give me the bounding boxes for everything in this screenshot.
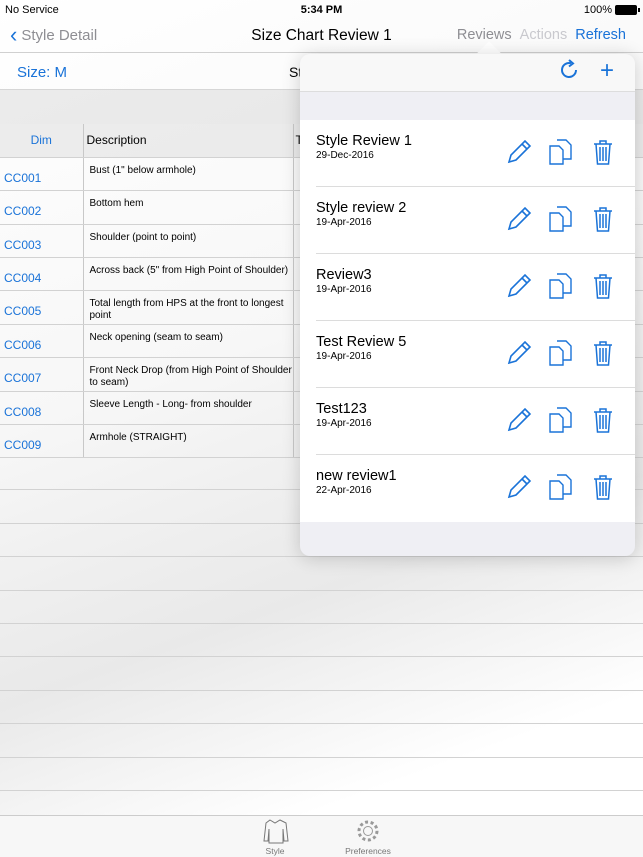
- copy-icon[interactable]: [547, 205, 575, 233]
- copy-icon[interactable]: [547, 406, 575, 434]
- header-dim: Dim: [0, 124, 84, 158]
- copy-icon[interactable]: [547, 272, 575, 300]
- review-item[interactable]: Test Review 5 19-Apr-2016: [316, 321, 635, 388]
- trash-icon[interactable]: [589, 406, 617, 434]
- edit-icon[interactable]: [505, 272, 533, 300]
- review-date: 19-Apr-2016: [316, 418, 372, 429]
- copy-icon[interactable]: [547, 138, 575, 166]
- popover-header: +: [300, 54, 635, 92]
- status-bar: No Service 5:34 PM 100%: [0, 0, 643, 20]
- dim-code[interactable]: CC001: [0, 157, 84, 192]
- empty-row: [0, 657, 643, 691]
- dim-code[interactable]: CC005: [0, 290, 84, 325]
- empty-row: [0, 624, 643, 658]
- copy-icon[interactable]: [547, 339, 575, 367]
- refresh-button[interactable]: Refresh: [575, 27, 626, 43]
- empty-row: [0, 724, 643, 758]
- dim-description: Armhole (STRAIGHT): [83, 424, 294, 459]
- empty-row: [0, 557, 643, 591]
- review-item[interactable]: new review1 22-Apr-2016: [316, 455, 635, 522]
- size-selector[interactable]: Size: M: [17, 64, 67, 81]
- tab-preferences[interactable]: Preferences: [340, 818, 396, 856]
- tab-bar: Style Preferences: [0, 815, 643, 857]
- review-date: 19-Apr-2016: [316, 351, 372, 362]
- tab-style-label: Style: [265, 846, 285, 856]
- gear-icon: [357, 820, 379, 842]
- trash-icon[interactable]: [589, 138, 617, 166]
- copy-icon[interactable]: [547, 473, 575, 501]
- empty-row: [0, 691, 643, 725]
- review-name: Test Review 5: [316, 334, 407, 350]
- dim-description: Neck opening (seam to seam): [83, 324, 294, 359]
- dim-description: Bust (1" below armhole): [83, 157, 294, 192]
- dim-code[interactable]: CC003: [0, 224, 84, 259]
- review-name: new review1: [316, 468, 397, 484]
- actions-button[interactable]: Actions: [520, 27, 568, 43]
- battery-percent: 100%: [583, 4, 612, 16]
- tab-style[interactable]: Style: [258, 818, 292, 856]
- battery-icon: [615, 5, 640, 15]
- reviews-button[interactable]: Reviews: [457, 27, 512, 43]
- trash-icon[interactable]: [589, 272, 617, 300]
- empty-row: [0, 758, 643, 791]
- nav-bar: ‹ Style Detail Size Chart Review 1 Review…: [0, 20, 643, 53]
- dim-code[interactable]: CC009: [0, 424, 84, 459]
- review-date: 29-Dec-2016: [316, 150, 374, 161]
- review-name: Review3: [316, 267, 372, 283]
- dim-description: Total length from HPS at the front to lo…: [83, 290, 294, 325]
- review-date: 19-Apr-2016: [316, 217, 372, 228]
- add-icon[interactable]: +: [600, 57, 614, 85]
- trash-icon[interactable]: [589, 339, 617, 367]
- dim-description: Across back (5" from High Point of Shoul…: [83, 257, 294, 292]
- dim-code[interactable]: CC007: [0, 357, 84, 392]
- review-item[interactable]: Review3 19-Apr-2016: [316, 254, 635, 321]
- dim-code[interactable]: CC004: [0, 257, 84, 292]
- dim-description: Bottom hem: [83, 190, 294, 225]
- review-date: 19-Apr-2016: [316, 284, 372, 295]
- dim-code[interactable]: CC008: [0, 391, 84, 426]
- edit-icon[interactable]: [505, 138, 533, 166]
- edit-icon[interactable]: [505, 406, 533, 434]
- refresh-icon[interactable]: [559, 59, 581, 90]
- review-item[interactable]: Style review 2 19-Apr-2016: [316, 187, 635, 254]
- reviews-popover: + Style Review 1 29-Dec-2016 Style review …: [300, 54, 635, 556]
- dim-description: Sleeve Length - Long- from shoulder: [83, 391, 294, 426]
- trash-icon[interactable]: [589, 473, 617, 501]
- edit-icon[interactable]: [505, 205, 533, 233]
- review-date: 22-Apr-2016: [316, 485, 372, 496]
- shirt-icon: [263, 819, 289, 844]
- dim-description: Shoulder (point to point): [83, 224, 294, 259]
- dim-code[interactable]: CC002: [0, 190, 84, 225]
- review-name: Style Review 1: [316, 133, 412, 149]
- clock: 5:34 PM: [300, 4, 343, 16]
- trash-icon[interactable]: [589, 205, 617, 233]
- empty-row: [0, 591, 643, 624]
- edit-icon[interactable]: [505, 473, 533, 501]
- review-name: Test123: [316, 401, 367, 417]
- review-item[interactable]: Test123 19-Apr-2016: [316, 388, 635, 455]
- review-item[interactable]: Style Review 1 29-Dec-2016: [316, 120, 635, 187]
- header-description: Description: [83, 124, 294, 158]
- dim-code[interactable]: CC006: [0, 324, 84, 359]
- dim-description: Front Neck Drop (from High Point of Shou…: [83, 357, 294, 392]
- review-name: Style review 2: [316, 200, 407, 216]
- tab-preferences-label: Preferences: [345, 846, 391, 856]
- reviews-list: Style Review 1 29-Dec-2016 Style review 21…: [300, 120, 635, 522]
- edit-icon[interactable]: [505, 339, 533, 367]
